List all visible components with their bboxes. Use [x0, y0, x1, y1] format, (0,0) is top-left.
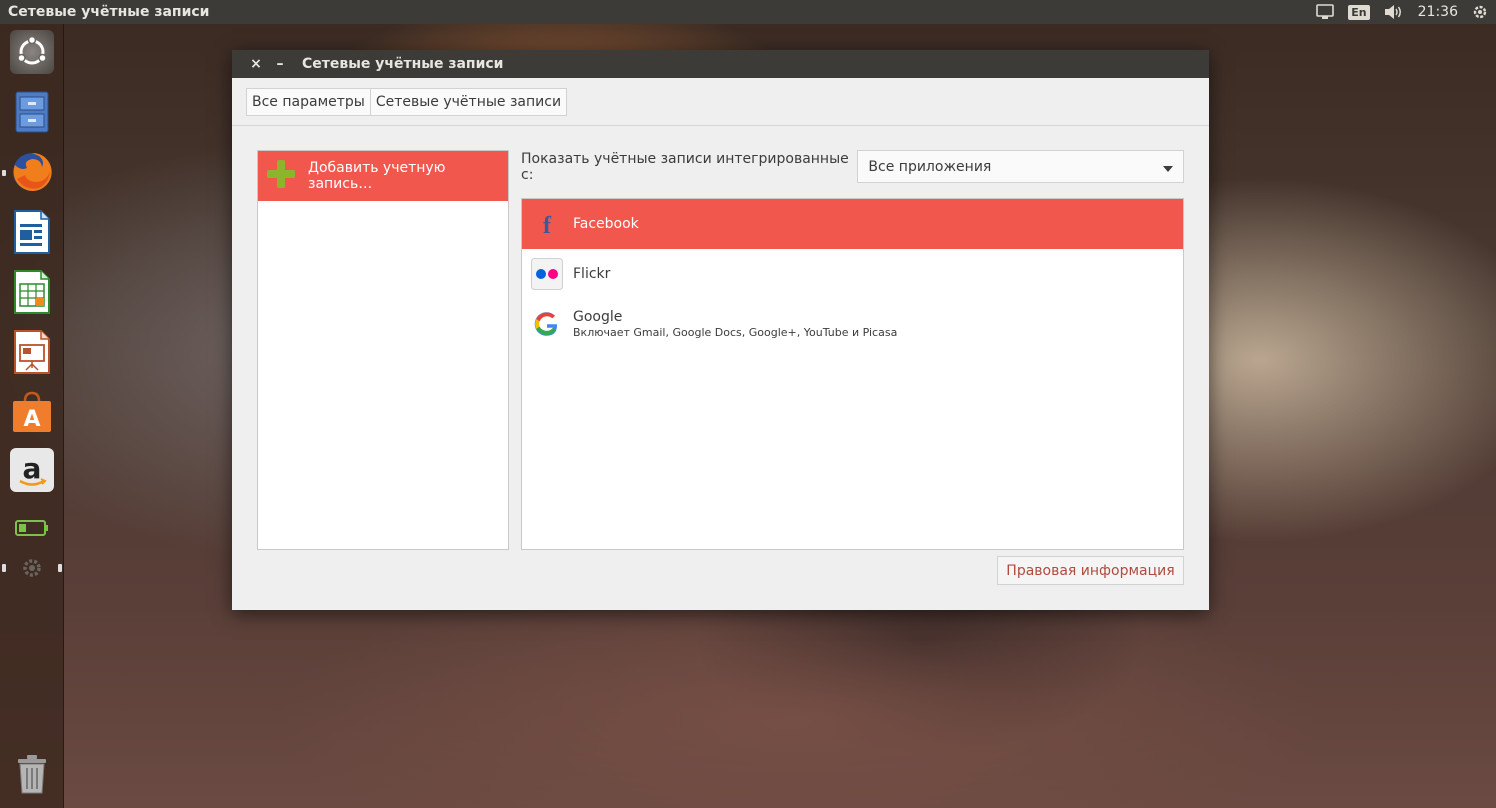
accounts-list: Добавить учетную запись…	[257, 150, 509, 550]
provider-flickr[interactable]: Flickr	[522, 249, 1183, 299]
volume-icon[interactable]	[1384, 4, 1404, 20]
svg-text:f: f	[543, 213, 552, 236]
files-icon[interactable]	[10, 90, 54, 134]
power-gear-icon[interactable]	[1472, 4, 1488, 20]
dropdown-arrow-icon	[1163, 157, 1173, 176]
facebook-icon: f	[531, 208, 563, 240]
running-indicator	[2, 170, 6, 176]
trash-icon[interactable]	[10, 752, 54, 796]
breadcrumb-online-accounts[interactable]: Сетевые учётные записи	[370, 88, 568, 116]
legal-info-button[interactable]: Правовая информация	[997, 556, 1184, 585]
ubuntu-dash-icon[interactable]	[10, 30, 54, 74]
provider-google[interactable]: Google Включает Gmail, Google Docs, Goog…	[522, 299, 1183, 349]
calc-icon[interactable]	[10, 270, 54, 314]
impress-icon[interactable]	[10, 330, 54, 374]
window-title: Сетевые учётные записи	[302, 56, 504, 72]
filter-row: Показать учётные записи интегрированные …	[521, 150, 1184, 183]
app-filter-select[interactable]: Все приложения	[857, 150, 1184, 183]
amazon-icon[interactable]: a	[10, 448, 54, 492]
plus-icon	[266, 159, 296, 193]
launcher: A a	[0, 24, 64, 808]
online-accounts-window: × – Сетевые учётные записи Все параметры…	[232, 50, 1209, 610]
top-panel: Сетевые учётные записи En 21:36	[0, 0, 1496, 24]
window-titlebar[interactable]: × – Сетевые учётные записи	[232, 50, 1209, 78]
google-icon	[531, 308, 563, 340]
minimize-button[interactable]: –	[268, 56, 292, 72]
filter-label: Показать учётные записи интегрированные …	[521, 150, 849, 183]
running-indicator-right	[58, 564, 62, 572]
add-account-button[interactable]: Добавить учетную запись…	[258, 151, 508, 201]
close-button[interactable]: ×	[244, 56, 268, 72]
flickr-icon	[531, 258, 563, 290]
firefox-icon[interactable]	[10, 150, 54, 194]
system-tray: En 21:36	[1316, 4, 1488, 20]
writer-icon[interactable]	[10, 210, 54, 254]
provider-list: f Facebook Flickr Google Включает Gmail,…	[521, 198, 1184, 550]
app-filter-value: Все приложения	[868, 158, 992, 175]
provider-name: Flickr	[573, 266, 611, 282]
provider-name: Facebook	[573, 216, 639, 232]
svg-text:A: A	[23, 407, 40, 432]
top-panel-title: Сетевые учётные записи	[8, 4, 210, 20]
provider-description: Включает Gmail, Google Docs, Google+, Yo…	[573, 326, 898, 339]
provider-facebook[interactable]: f Facebook	[522, 199, 1183, 249]
settings-icon[interactable]	[10, 546, 54, 590]
running-indicator	[2, 564, 6, 572]
svg-text:a: a	[23, 452, 42, 485]
provider-name: Google	[573, 309, 623, 325]
add-account-label: Добавить учетную запись…	[308, 160, 446, 192]
battery-indicator-icon[interactable]	[10, 506, 54, 550]
keyboard-layout-indicator[interactable]: En	[1348, 4, 1370, 20]
clock[interactable]: 21:36	[1418, 4, 1458, 20]
network-icon[interactable]	[1316, 4, 1335, 20]
breadcrumb: Все параметры Сетевые учётные записи	[232, 78, 1209, 126]
software-center-icon[interactable]: A	[10, 390, 54, 434]
breadcrumb-all-settings[interactable]: Все параметры	[246, 88, 371, 116]
